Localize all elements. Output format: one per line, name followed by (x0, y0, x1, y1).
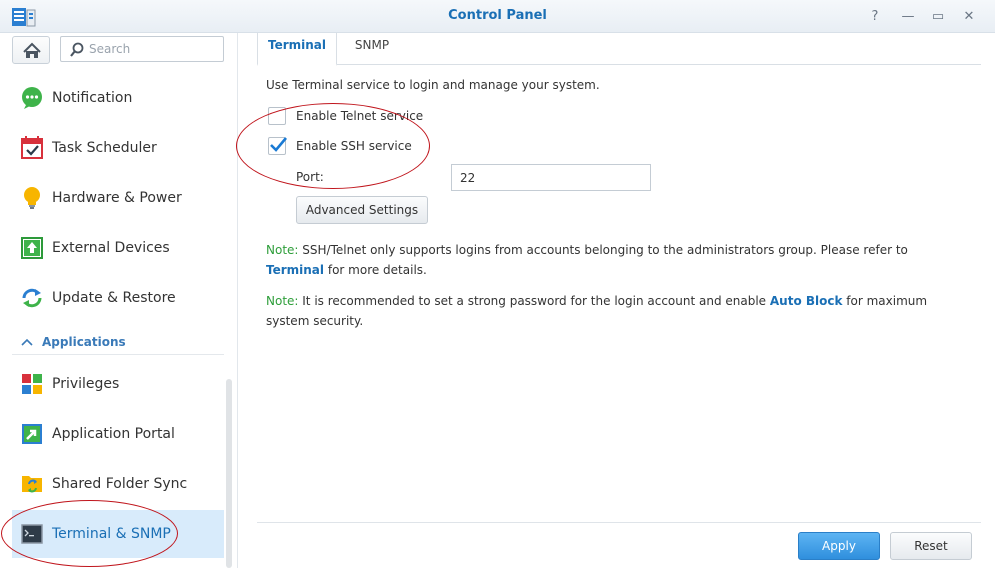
ssh-option[interactable]: Enable SSH service (268, 136, 412, 156)
window-title: Control Panel (448, 8, 547, 23)
search-box (60, 36, 224, 62)
external-device-icon (20, 236, 44, 260)
sidebar-item-external-devices[interactable]: External Devices (12, 224, 224, 272)
telnet-checkbox[interactable] (268, 107, 286, 125)
privileges-icon (20, 372, 44, 396)
title-bar: Control Panel ? — ▭ ✕ (0, 0, 995, 33)
shared-folder-sync-icon (20, 472, 44, 496)
sidebar-item-label: Notification (52, 90, 133, 106)
advanced-settings-button[interactable]: Advanced Settings (296, 196, 428, 224)
port-label: Port: (296, 170, 324, 184)
update-restore-icon (20, 286, 44, 310)
sidebar-item-notification[interactable]: Notification (12, 74, 224, 122)
sidebar: Notification Task Scheduler Hardware & P… (0, 33, 238, 568)
sidebar-item-label: Terminal & SNMP (52, 526, 171, 542)
sidebar-item-label: Update & Restore (52, 290, 176, 306)
tab-terminal[interactable]: Terminal (257, 33, 337, 66)
terminal-link[interactable]: Terminal (266, 263, 324, 277)
section-label: Applications (42, 334, 126, 349)
section-header-applications[interactable]: Applications (12, 329, 224, 355)
note-text: SSH/Telnet only supports logins from acc… (298, 243, 908, 257)
sidebar-item-task-scheduler[interactable]: Task Scheduler (12, 124, 224, 172)
main-panel: Terminal SNMP Use Terminal service to lo… (239, 33, 995, 568)
note-label: Note: (266, 243, 299, 257)
sidebar-item-label: Privileges (52, 376, 120, 392)
checkmark-icon (270, 137, 287, 152)
sidebar-item-hardware-power[interactable]: Hardware & Power (12, 174, 224, 222)
ssh-label: Enable SSH service (296, 139, 412, 153)
sidebar-item-label: Application Portal (52, 426, 175, 442)
tab-snmp[interactable]: SNMP (343, 33, 401, 65)
sidebar-item-shared-folder-sync[interactable]: Shared Folder Sync (12, 460, 224, 508)
tab-bar: Terminal SNMP (257, 33, 981, 66)
sidebar-item-application-portal[interactable]: Application Portal (12, 410, 224, 458)
task-scheduler-icon (20, 136, 44, 160)
note-ssh-telnet: Note: SSH/Telnet only supports logins fr… (266, 240, 966, 280)
sidebar-item-privileges[interactable]: Privileges (12, 360, 224, 408)
lightbulb-icon (20, 186, 44, 210)
minimize-icon[interactable]: — (899, 8, 917, 26)
ssh-checkbox[interactable] (268, 137, 287, 155)
maximize-icon[interactable]: ▭ (929, 8, 947, 26)
auto-block-link[interactable]: Auto Block (770, 294, 843, 308)
sidebar-item-label: Shared Folder Sync (52, 476, 188, 492)
note-label: Note: (266, 294, 299, 308)
sidebar-item-terminal-snmp[interactable]: Terminal & SNMP (12, 510, 224, 558)
home-button[interactable] (12, 36, 50, 64)
chevron-up-icon (21, 338, 33, 346)
sidebar-item-update-restore[interactable]: Update & Restore (12, 274, 224, 322)
help-icon[interactable]: ? (866, 8, 884, 26)
terminal-icon (20, 522, 44, 546)
sidebar-scrollbar[interactable] (226, 379, 232, 568)
telnet-label: Enable Telnet service (296, 109, 424, 123)
home-icon (23, 42, 41, 58)
reset-button[interactable]: Reset (890, 532, 972, 560)
apply-button[interactable]: Apply (798, 532, 880, 560)
note-text: for more details. (324, 263, 427, 277)
telnet-option[interactable]: Enable Telnet service (268, 106, 423, 126)
sidebar-item-label: Hardware & Power (52, 190, 182, 206)
app-portal-icon (20, 422, 44, 446)
notification-icon (20, 86, 44, 110)
sidebar-item-label: Task Scheduler (52, 140, 157, 156)
note-text: It is recommended to set a strong passwo… (298, 294, 770, 308)
close-icon[interactable]: ✕ (960, 8, 978, 26)
note-password: Note: It is recommended to set a strong … (266, 291, 966, 331)
search-input[interactable] (89, 40, 219, 58)
footer-divider (257, 522, 981, 523)
search-icon (70, 42, 84, 57)
page-description: Use Terminal service to login and manage… (266, 78, 600, 92)
port-input[interactable] (451, 164, 651, 191)
sidebar-item-label: External Devices (52, 240, 170, 256)
